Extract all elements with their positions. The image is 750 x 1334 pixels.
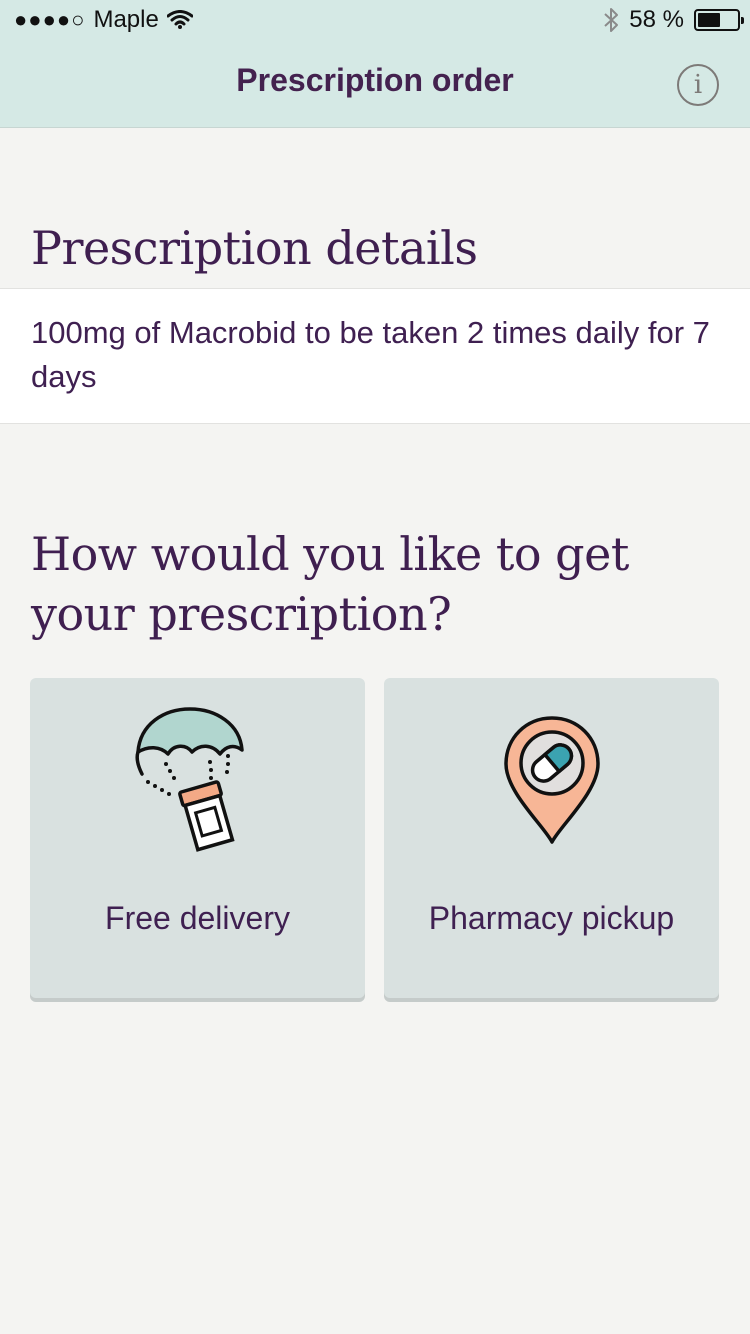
pharmacy-pickup-label: Pharmacy pickup [428,900,675,936]
info-button[interactable]: i [677,64,719,106]
battery-percent: 58 % [629,6,684,33]
prescription-details-text: 100mg of Macrobid to be taken 2 times da… [31,315,710,394]
prescription-details-card: 100mg of Macrobid to be taken 2 times da… [0,288,750,424]
carrier-name: Maple [93,6,159,33]
bluetooth-icon [604,8,619,32]
free-delivery-option[interactable]: Free delivery [30,678,365,998]
header-bar: ●●●●○ Maple 58 % Prescription order i [0,0,750,128]
map-pin-pill-icon [504,716,600,844]
pharmacy-pickup-option[interactable]: Pharmacy pickup [384,678,719,998]
info-icon: i [693,70,703,100]
parachute-pill-bottle-icon [135,707,244,852]
status-bar: ●●●●○ Maple 58 % [0,0,750,40]
signal-strength-icon: ●●●●○ [14,7,86,32]
battery-level [698,13,721,27]
delivery-method-question: How would you like to get your prescript… [31,527,629,641]
prescription-details-heading: Prescription details [31,221,478,275]
wifi-icon [166,10,193,29]
battery-icon [694,9,744,31]
page-title: Prescription order [236,62,514,98]
free-delivery-label: Free delivery [105,900,290,936]
